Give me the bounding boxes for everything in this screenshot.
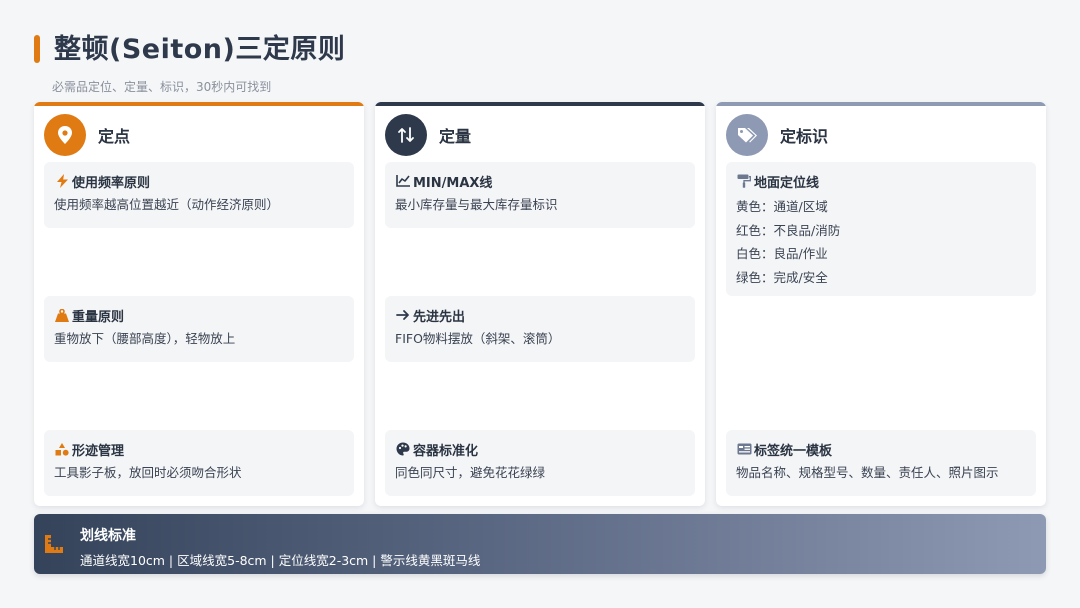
banner-title: 划线标准 [80,528,136,544]
card-fifo: 先进先出 FIFO物料摆放（斜架、滚筒） [385,296,695,362]
card-text: 工具影子板，放回时必须吻合形状 [54,465,242,480]
column-accent-line [375,102,705,106]
banner-text: 通道线宽10cm | 区域线宽5-8cm | 定位线宽2-3cm | 警示线黄黑… [80,553,481,568]
column-quantity: 定量 MIN/MAX线 最小库存量与最大库存量标识 先进先出 FIFO物料摆放（… [375,102,705,506]
ruler-icon [44,534,64,554]
column-header: 定量 [385,114,471,156]
card-text: FIFO物料摆放（斜架、滚筒） [395,331,561,346]
line-chart-icon [395,175,411,187]
column-title: 定量 [439,127,472,146]
card-title: 地面定位线 [754,175,820,191]
lightning-icon [54,174,70,188]
column-title: 定标识 [780,127,829,146]
id-card-icon [736,443,752,455]
line-color-item: 白色：良品/作业 [736,246,828,261]
line-color-item: 绿色：完成/安全 [736,269,828,285]
card-title: 使用频率原则 [72,175,151,191]
column-accent-line [716,102,1046,106]
card-container-standard: 容器标准化 同色同尺寸，避免花花绿绿 [385,430,695,496]
palette-icon [395,442,411,456]
shapes-icon [54,442,70,456]
map-pin-icon [44,114,86,156]
card-title: 形迹管理 [72,443,125,459]
title-accent-bar [34,35,40,63]
page-header: 整顿(Seiton)三定原则 [34,28,346,65]
card-shadow-board: 形迹管理 工具影子板，放回时必须吻合形状 [44,430,354,496]
card-title: 标签统一模板 [754,443,833,459]
arrow-right-icon [395,309,411,321]
card-floor-lines: 地面定位线 黄色：通道/区域 红色：不良品/消防 白色：良品/作业 绿色：完成/… [726,162,1036,296]
card-label-template: 标签统一模板 物品名称、规格型号、数量、责任人、照片图示 [726,430,1036,496]
page-title: 整顿(Seiton)三定原则 [54,33,346,65]
line-color-item: 黄色：通道/区域 [736,199,828,214]
line-color-item: 红色：不良品/消防 [736,222,841,238]
card-frequency: 使用频率原则 使用频率越高位置越近（动作经济原则） [44,162,354,228]
card-title: 重量原则 [72,309,125,325]
paint-roller-icon [736,174,752,188]
sort-arrows-icon [385,114,427,156]
column-header: 定点 [44,114,130,156]
card-text: 物品名称、规格型号、数量、责任人、照片图示 [736,465,999,480]
column-marking: 定标识 地面定位线 黄色：通道/区域 红色：不良品/消防 白色：良品/作业 绿色… [716,102,1046,506]
column-title: 定点 [98,127,131,146]
card-text: 同色同尺寸，避免花花绿绿 [395,465,546,480]
card-title: 容器标准化 [413,443,479,459]
card-weight: 重量原则 重物放下（腰部高度），轻物放上 [44,296,354,362]
card-text: 使用频率越高位置越近（动作经济原则） [54,197,280,212]
principles-columns: 定点 使用频率原则 使用频率越高位置越近（动作经济原则） 重量原则 重物放下（腰… [34,102,1046,506]
weight-icon [54,308,70,322]
card-title: 先进先出 [413,309,466,325]
tags-icon [726,114,768,156]
column-accent-line [34,102,364,106]
line-standard-banner: 划线标准 通道线宽10cm | 区域线宽5-8cm | 定位线宽2-3cm | … [34,514,1046,574]
card-min-max: MIN/MAX线 最小库存量与最大库存量标识 [385,162,695,228]
card-title: MIN/MAX线 [413,175,493,191]
card-text: 最小库存量与最大库存量标识 [395,197,558,212]
column-location: 定点 使用频率原则 使用频率越高位置越近（动作经济原则） 重量原则 重物放下（腰… [34,102,364,506]
page-subtitle: 必需品定位、定量、标识，30秒内可找到 [52,80,272,94]
column-header: 定标识 [726,114,828,156]
card-text: 重物放下（腰部高度），轻物放上 [54,331,236,346]
